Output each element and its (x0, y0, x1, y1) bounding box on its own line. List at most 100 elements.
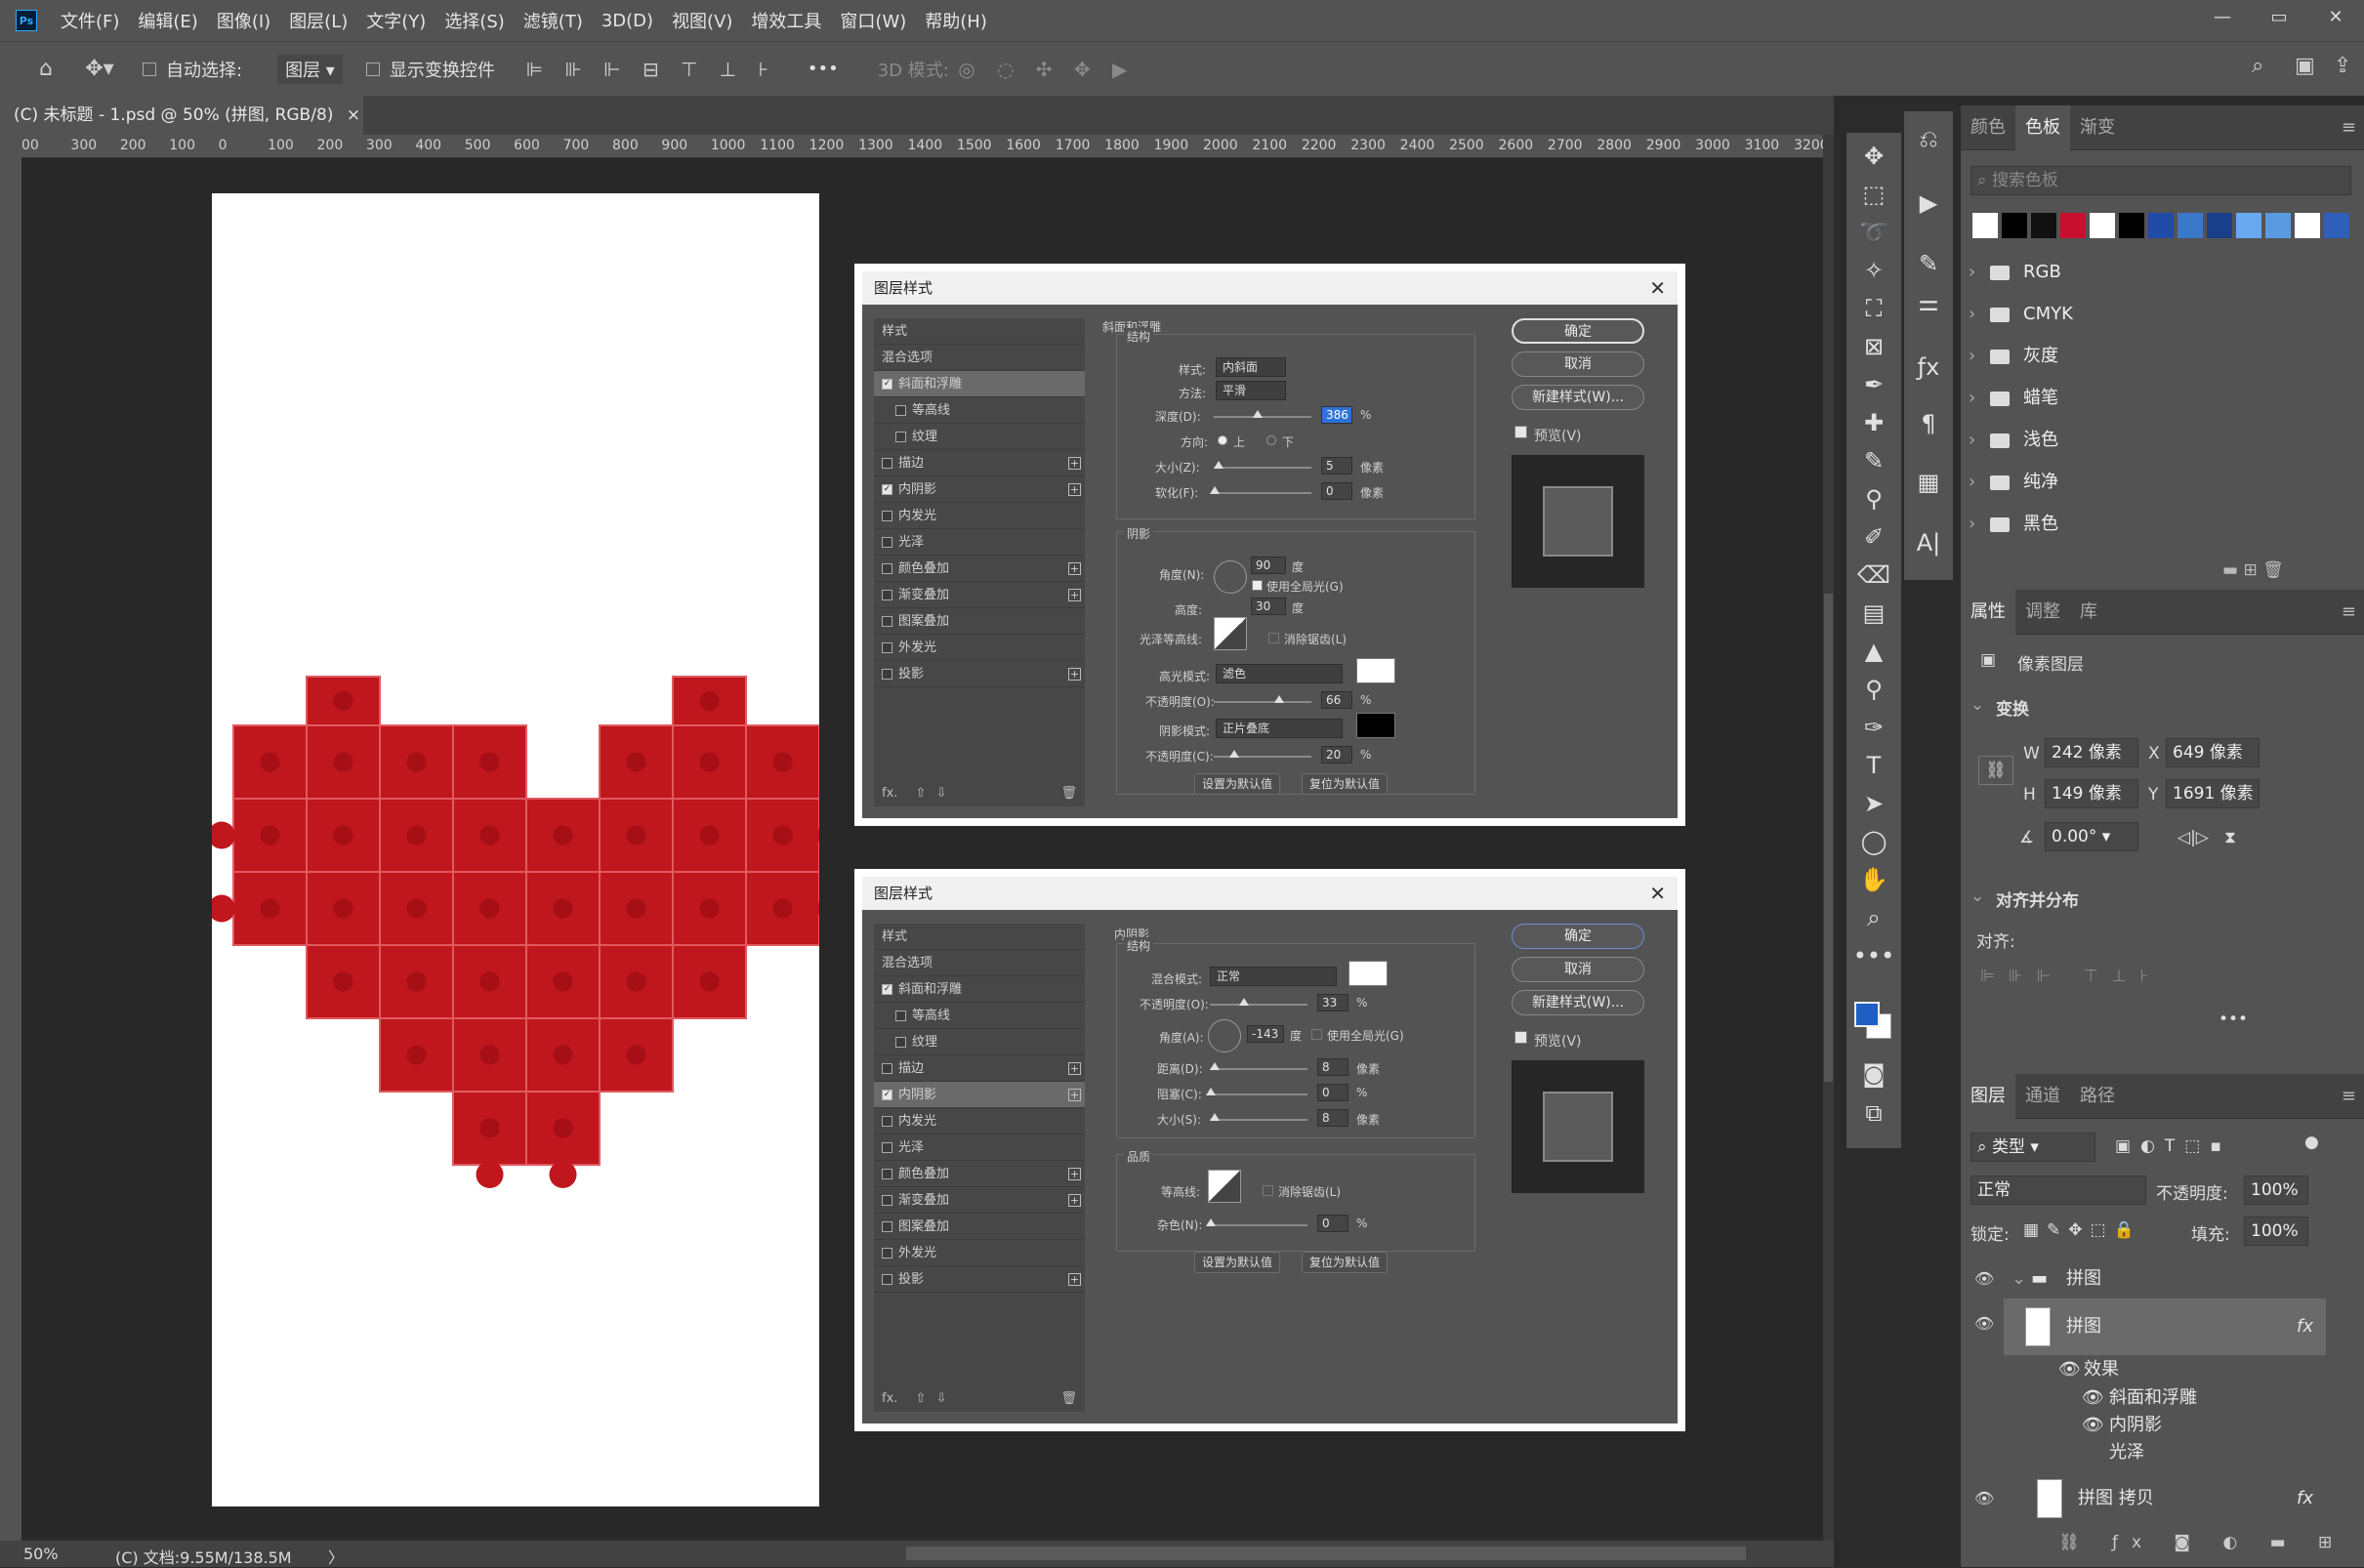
angle-field[interactable]: 90 (1251, 557, 1286, 574)
y-field[interactable]: 1691 像素 (2166, 779, 2260, 808)
menu-select[interactable]: 选择(S) (444, 8, 504, 33)
swatch-folder[interactable]: › 蜡笔 (1969, 382, 2058, 415)
zoom-level[interactable]: 50% (23, 1545, 59, 1563)
restore-icon[interactable]: ▭ (2251, 0, 2307, 41)
make-default-button[interactable]: 设置为默认值 (1194, 1252, 1280, 1273)
size-slider[interactable] (1214, 461, 1311, 469)
type-tool-icon[interactable]: T (1846, 752, 1901, 779)
opacity-field[interactable]: 100% (2244, 1176, 2308, 1205)
tab-libraries[interactable]: 库 (2070, 590, 2107, 635)
anti-alias-checkbox[interactable] (1263, 1185, 1273, 1196)
noise-slider[interactable] (1206, 1218, 1307, 1226)
document-tab[interactable]: (C) 未标题 - 1.psd @ 50% (拼图, RGB/8) × (0, 96, 363, 135)
style-item[interactable]: 渐变叠加 + (874, 582, 1085, 608)
depth-field[interactable]: 386 (1321, 406, 1352, 424)
shadow-opacity-slider[interactable] (1214, 750, 1311, 758)
menu-type[interactable]: 文字(Y) (366, 8, 426, 33)
layers-footer-icons[interactable]: ⛓ ƒx ◙ ◐ ▬ ⊞ 🗑 (2058, 1533, 2364, 1552)
shadow-color-swatch[interactable] (1348, 961, 1388, 986)
style-item[interactable]: ✓ 斜面和浮雕 (874, 371, 1085, 397)
style-item[interactable]: 投影 + (874, 1266, 1085, 1293)
style-dropdown[interactable]: 内斜面 (1216, 357, 1286, 377)
choke-field[interactable]: 0 (1317, 1084, 1348, 1101)
style-item[interactable]: ✓ 斜面和浮雕 (874, 976, 1085, 1003)
opacity-slider[interactable] (1210, 998, 1307, 1006)
panel-menu-icon[interactable]: ≡ (2342, 601, 2356, 622)
color-swatch[interactable] (2295, 213, 2320, 238)
move-tool-icon[interactable]: ✥ (1846, 143, 1901, 170)
ok-button[interactable]: 确定 (1512, 318, 1644, 344)
style-item[interactable]: 等高线 (874, 1003, 1085, 1029)
style-item[interactable]: 投影 + (874, 661, 1085, 687)
canvas-scrollbar[interactable] (1823, 135, 1834, 1541)
contour-picker[interactable] (1208, 1170, 1241, 1203)
new-style-button[interactable]: 新建样式(W)... (1512, 385, 1644, 410)
history-icon[interactable]: ⎌ (1901, 125, 1956, 152)
anti-alias-checkbox[interactable] (1268, 633, 1279, 643)
style-checkbox[interactable] (882, 1116, 892, 1127)
style-item[interactable]: ✓ 内阴影 + (874, 476, 1085, 503)
zoom-tool-icon[interactable]: ⌕ (1846, 904, 1901, 931)
style-item[interactable]: 等高线 (874, 397, 1085, 424)
size-slider[interactable] (1210, 1113, 1307, 1121)
move-up-icon[interactable]: ⇧ (916, 1391, 927, 1406)
style-checkbox[interactable] (895, 405, 906, 416)
chevron-right-icon[interactable]: › (1969, 466, 1975, 499)
style-checkbox[interactable] (882, 458, 892, 469)
eraser-tool-icon[interactable]: ⌫ (1846, 561, 1901, 589)
delete-style-icon[interactable]: 🗑 (1060, 786, 1077, 801)
swatch-folder[interactable]: › 黑色 (1969, 508, 2058, 541)
highlight-opacity-slider[interactable] (1214, 695, 1311, 703)
home-icon[interactable]: ⌂ (21, 57, 70, 81)
add-style-icon[interactable]: + (1068, 1168, 1081, 1180)
gradient-tool-icon[interactable]: ▤ (1846, 599, 1901, 627)
style-item[interactable]: 颜色叠加 + (874, 1161, 1085, 1187)
style-item[interactable]: 光泽 (874, 529, 1085, 556)
add-style-icon[interactable]: + (1068, 1194, 1081, 1207)
more-tools-icon[interactable]: ••• (1846, 942, 1901, 970)
swatch-folder[interactable]: › 灰度 (1969, 340, 2058, 373)
crop-tool-icon[interactable]: ⛶ (1846, 295, 1901, 322)
layer-row[interactable]: 👁 拼图 拷贝 fx (1961, 1470, 2342, 1527)
character-icon[interactable]: A| (1901, 529, 1956, 557)
highlight-opacity-field[interactable]: 66 (1321, 691, 1352, 709)
style-checkbox[interactable] (882, 1248, 892, 1259)
x-field[interactable]: 649 像素 (2166, 738, 2260, 767)
tab-color[interactable]: 颜色 (1961, 105, 2015, 150)
color-swatch[interactable] (2090, 213, 2115, 238)
swatch-folder[interactable]: › CMYK (1969, 298, 2073, 331)
chevron-right-icon[interactable]: › (1969, 424, 1975, 457)
distance-field[interactable]: 8 (1317, 1058, 1348, 1076)
soften-slider[interactable] (1210, 486, 1311, 494)
preview-checkbox[interactable] (1514, 1031, 1527, 1044)
style-item[interactable]: 样式 (874, 924, 1085, 950)
dialog-close-icon[interactable]: ✕ (1649, 271, 1666, 305)
reset-default-button[interactable]: 复位为默认值 (1302, 773, 1388, 795)
swatch-folder[interactable]: › RGB (1969, 256, 2061, 289)
move-down-icon[interactable]: ⇩ (936, 1391, 947, 1406)
style-checkbox[interactable] (882, 1221, 892, 1232)
transform-chevron-icon[interactable]: ⌄ (1970, 695, 1984, 715)
path-select-icon[interactable]: ➤ (1846, 790, 1901, 817)
frame-tool-icon[interactable]: ⊠ (1846, 333, 1901, 360)
chevron-right-icon[interactable]: › (1969, 508, 1975, 541)
chevron-right-icon[interactable]: › (1969, 340, 1975, 373)
add-style-icon[interactable]: + (1068, 589, 1081, 601)
menu-plugins[interactable]: 增效工具 (751, 8, 821, 33)
tab-adjustments[interactable]: 调整 (2015, 590, 2070, 635)
flip-vertical-icon[interactable]: ⧗ (2224, 828, 2236, 847)
document-canvas[interactable] (208, 193, 845, 1506)
color-swatch[interactable] (2265, 213, 2291, 238)
search-icon[interactable]: ⌕ (2252, 54, 2263, 78)
move-up-icon[interactable]: ⇧ (916, 786, 927, 801)
chevron-right-icon[interactable]: › (1969, 298, 1975, 331)
new-style-button[interactable]: 新建样式(W)... (1512, 990, 1644, 1015)
tab-close-icon[interactable]: × (347, 105, 360, 125)
healing-brush-icon[interactable]: ✚ (1846, 409, 1901, 436)
auto-select-checkbox[interactable] (143, 62, 156, 76)
effect-bevel-row[interactable]: 👁 斜面和浮雕 (1961, 1384, 2342, 1412)
menu-edit[interactable]: 编辑(E) (138, 8, 197, 33)
style-item[interactable]: 描边 + (874, 450, 1085, 476)
style-checkbox[interactable] (882, 616, 892, 627)
effect-inner-shadow-row[interactable]: 👁 内阴影 (1961, 1412, 2342, 1439)
